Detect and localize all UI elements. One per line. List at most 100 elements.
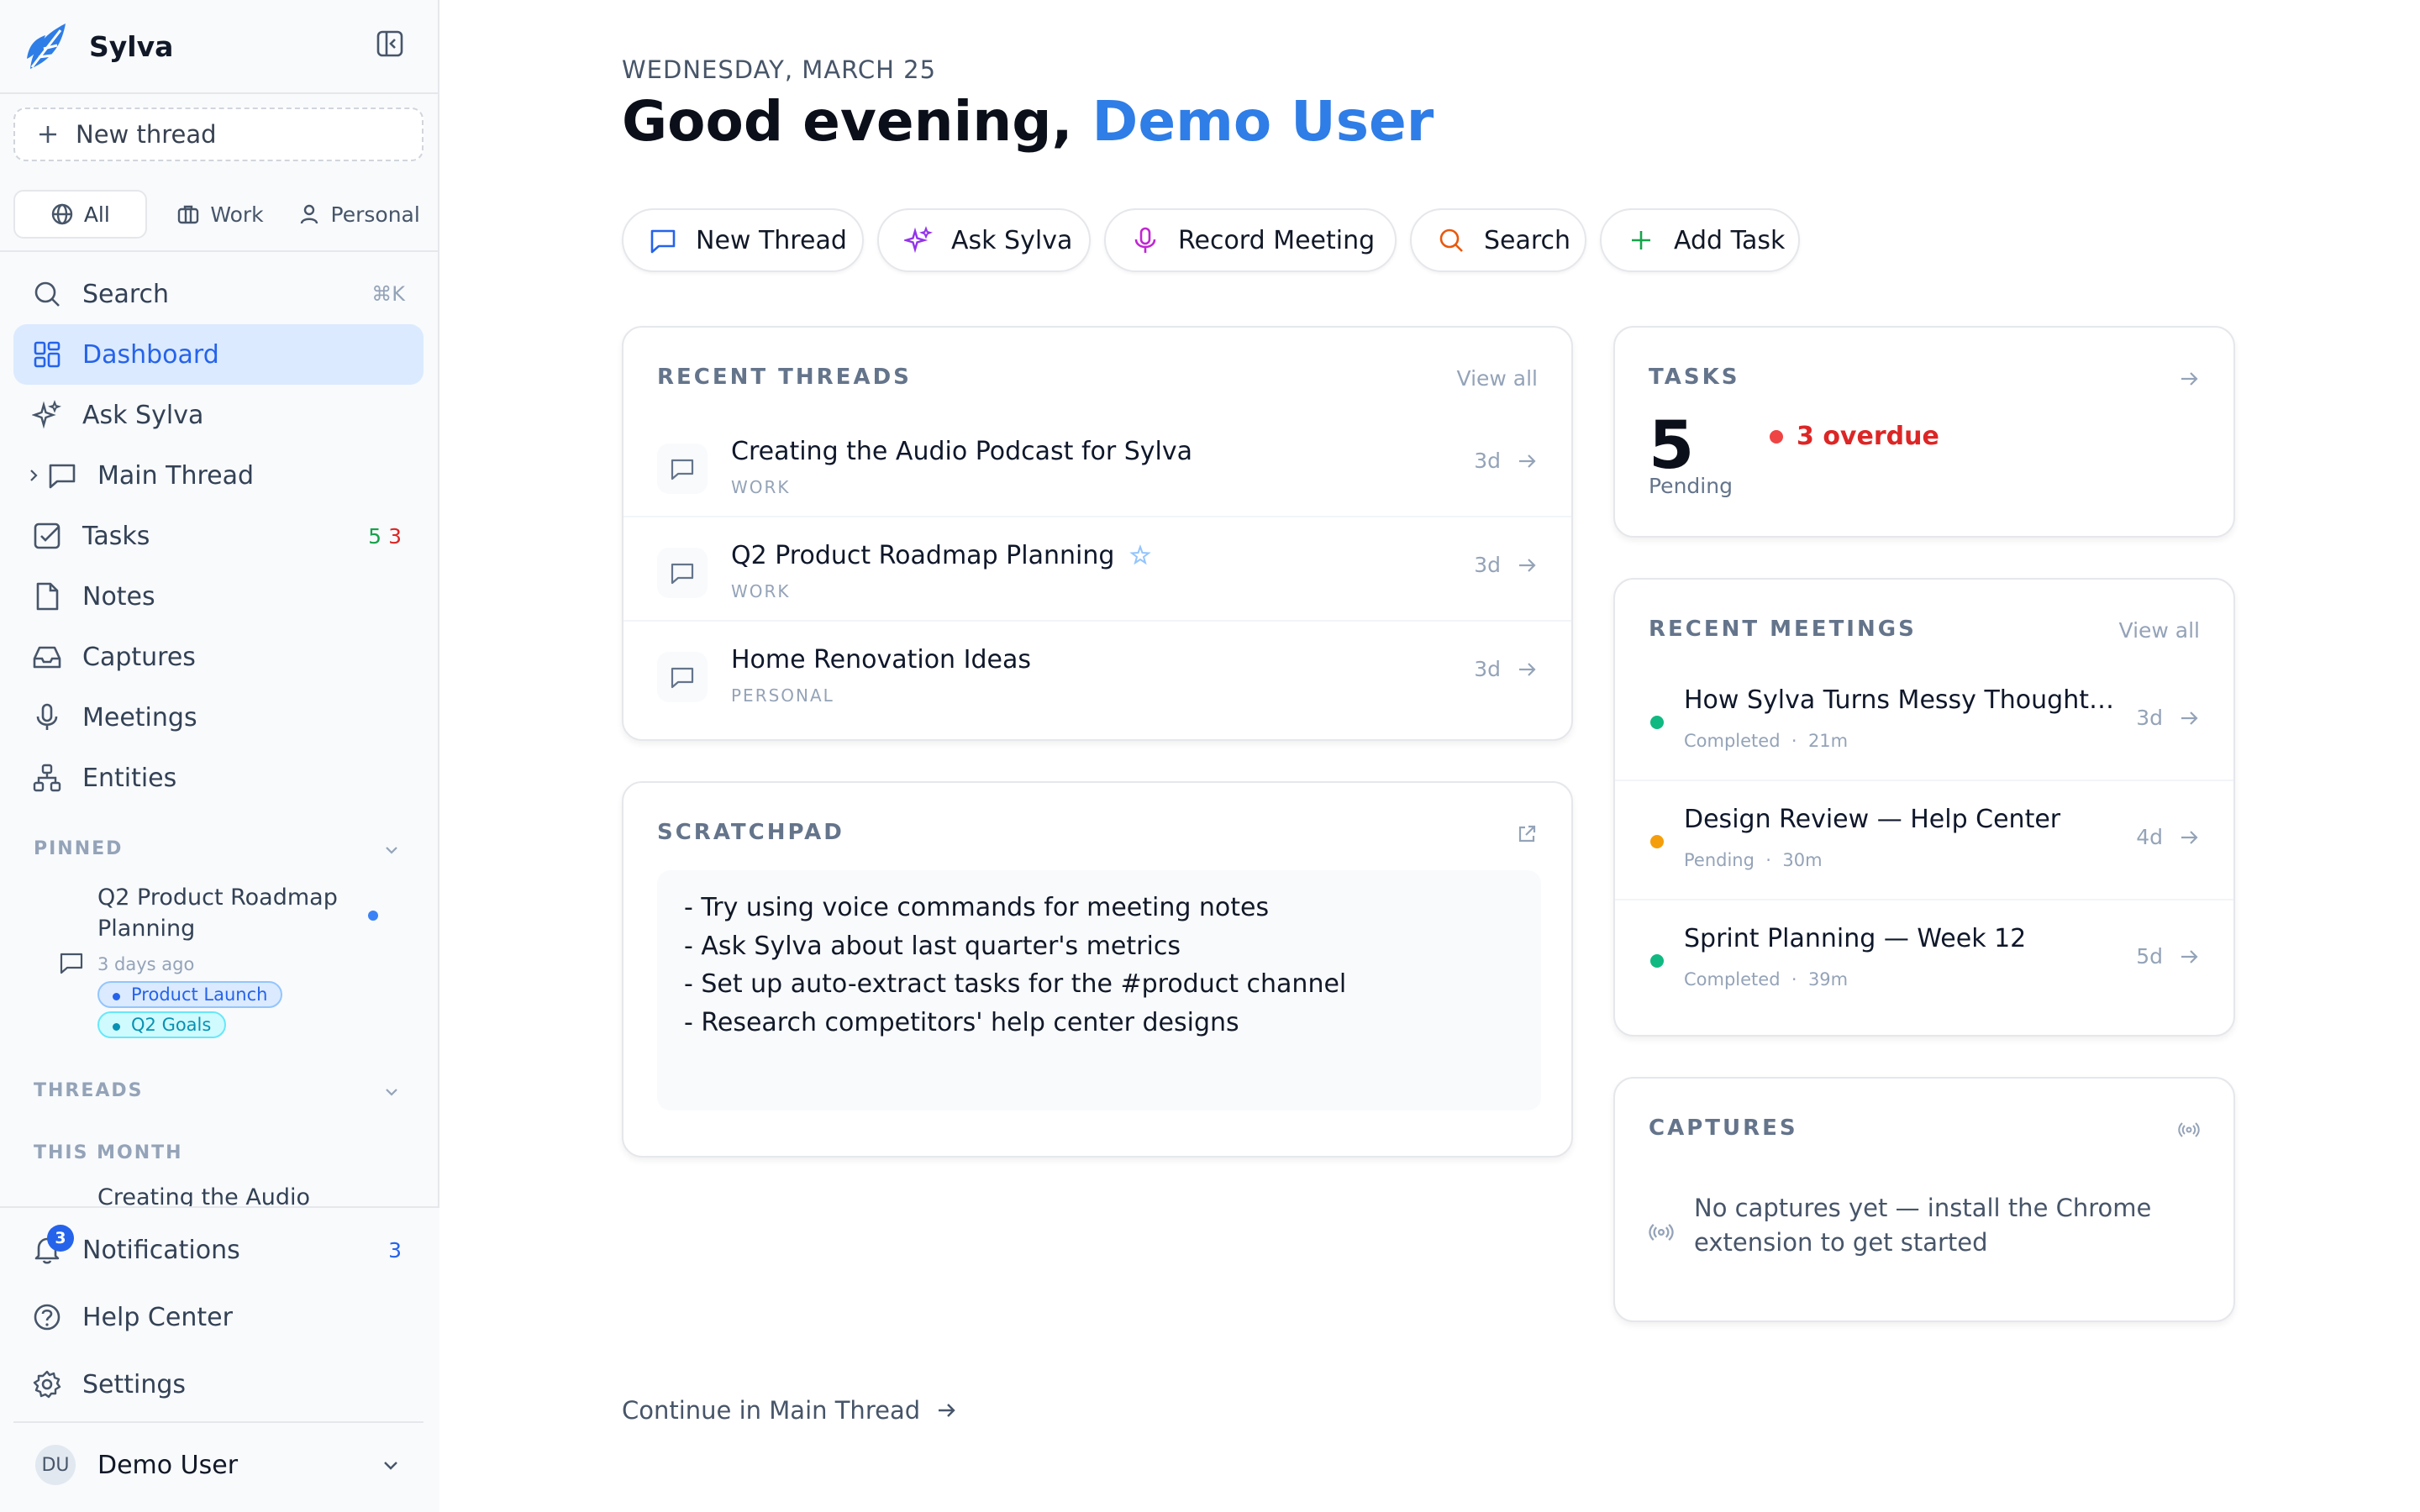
arrow-right-icon[interactable] (2178, 368, 2200, 390)
thread-age: 3d (1474, 553, 1501, 577)
sidebar-item-label: Dashboard (82, 339, 219, 370)
sidebar-item-ask-sylva[interactable]: Ask Sylva (13, 385, 424, 445)
sidebar-item-label: Entities (82, 763, 177, 793)
scratchpad-editor[interactable]: - Try using voice commands for meeting n… (657, 870, 1541, 1110)
thread-category: WORK (731, 581, 791, 601)
chevron-down-icon[interactable] (381, 1082, 402, 1102)
status-dot (1650, 835, 1664, 848)
filter-work-label: Work (210, 202, 264, 227)
sparkles-icon (904, 226, 933, 254)
app-name: Sylva (89, 29, 174, 63)
filter-all[interactable]: All (13, 190, 147, 239)
thread-row[interactable]: Creating the Audio Podcast for Sylva WOR… (623, 413, 1571, 517)
brand[interactable]: Sylva (24, 17, 173, 76)
filter-personal[interactable]: Personal (293, 190, 424, 239)
meeting-row[interactable]: Design Review — Help Center Pending · 30… (1615, 781, 2233, 900)
message-square-icon (650, 229, 676, 254)
meeting-age: 4d (2136, 825, 2163, 849)
meeting-duration: 21m (1807, 731, 1849, 751)
plus-icon (39, 126, 56, 143)
help-circle-icon (34, 1304, 60, 1331)
card-title: TASKS (1649, 365, 1740, 390)
meeting-title: How Sylva Turns Messy Thoughts Into Acti… (1684, 685, 2121, 715)
search-action-button[interactable]: Search (1410, 208, 1586, 272)
arrow-right-icon (1519, 559, 1536, 572)
sidebar-item-meetings[interactable]: Meetings (13, 687, 424, 748)
new-thread-action-button[interactable]: New Thread (622, 208, 864, 272)
sidebar-item-captures[interactable]: Captures (13, 627, 424, 687)
sidebar-item-entities[interactable]: Entities (13, 748, 424, 808)
sidebar-item-search[interactable]: Search ⌘K (13, 264, 424, 324)
sidebar-item-label: Tasks (82, 521, 150, 551)
user-menu[interactable]: DU Demo User (13, 1433, 424, 1497)
collapse-sidebar-icon[interactable] (375, 29, 405, 59)
scratchpad-line: - Ask Sylva about last quarter's metrics (684, 931, 1181, 961)
pinned-section-label: PINNED (34, 838, 124, 859)
sidebar-item-tasks[interactable]: Tasks 5 3 (13, 506, 424, 566)
threads-section-label: THREADS (34, 1080, 144, 1101)
captures-empty-message: No captures yet — install the Chrome ext… (1694, 1194, 2152, 1257)
thread-row[interactable]: Home Renovation Ideas PERSONAL 3d (623, 622, 1571, 726)
overdue-indicator: 3 overdue (1770, 422, 1939, 451)
sidebar-item-label: Search (82, 279, 170, 309)
meeting-row[interactable]: How Sylva Turns Messy Thoughts Into Acti… (1615, 662, 2233, 781)
user-icon (300, 204, 318, 224)
captures-card: CAPTURES No captures yet — install the C… (1613, 1077, 2235, 1322)
message-square-icon (60, 953, 83, 974)
tasks-card[interactable]: TASKS 5 Pending 3 overdue (1613, 326, 2235, 538)
scope-filter: All Work Personal (13, 190, 424, 239)
message-square-icon (657, 444, 708, 494)
meeting-duration: 30m (1782, 850, 1823, 870)
filter-work[interactable]: Work (155, 190, 286, 239)
thread-row[interactable]: Q2 Product Roadmap Planning WORK 3d (623, 517, 1571, 622)
chevron-right-icon[interactable] (25, 467, 42, 484)
sidebar-item-label: Notes (82, 581, 155, 612)
notifications-count: 3 (388, 1237, 402, 1263)
continue-main-thread-link[interactable]: Continue in Main Thread (622, 1396, 957, 1425)
mic-icon (36, 703, 58, 730)
tasks-overdue-count: 3 (388, 523, 402, 549)
record-meeting-action-button[interactable]: Record Meeting (1104, 208, 1397, 272)
pending-label: Pending (1649, 474, 1733, 498)
view-all-meetings-link[interactable]: View all (2119, 618, 2200, 643)
sidebar: Sylva New thread All Work Personal Searc… (0, 0, 439, 1512)
sidebar-item-settings[interactable]: Settings (13, 1354, 424, 1415)
scratchpad-line: - Research competitors' help center desi… (684, 1007, 1239, 1037)
sidebar-item-notifications[interactable]: Notifications 3 (13, 1220, 424, 1280)
arrow-right-icon (939, 1404, 955, 1417)
search-icon (34, 281, 60, 307)
sidebar-item-dashboard[interactable]: Dashboard (13, 324, 424, 385)
action-label: Record Meeting (1178, 225, 1376, 255)
sidebar-item-label: Main Thread (97, 460, 255, 491)
action-label: Add Task (1674, 225, 1786, 255)
view-all-threads-link[interactable]: View all (1457, 366, 1538, 391)
tag-badge: Product Launch (97, 981, 283, 1008)
meeting-status: Pending (1684, 850, 1754, 870)
continue-label: Continue in Main Thread (622, 1396, 921, 1425)
new-thread-button[interactable]: New thread (13, 108, 424, 161)
sparkles-icon (32, 400, 61, 429)
chevron-down-icon[interactable] (381, 840, 402, 860)
sidebar-item-main-thread[interactable]: Main Thread (13, 445, 424, 506)
sidebar-item-notes[interactable]: Notes (13, 566, 424, 627)
add-task-action-button[interactable]: Add Task (1600, 208, 1800, 272)
external-link-icon[interactable] (1516, 823, 1538, 845)
scratchpad-line: - Set up auto-extract tasks for the #pro… (684, 969, 1347, 999)
new-thread-label: New thread (76, 120, 217, 149)
tasks-pending-count: 5 (368, 523, 381, 549)
meeting-row[interactable]: Sprint Planning — Week 12 Completed · 39… (1615, 900, 2233, 1020)
filter-personal-label: Personal (330, 202, 420, 227)
arrow-right-icon (2181, 711, 2198, 725)
thread-age: 3d (1474, 657, 1501, 681)
status-dot (1650, 954, 1664, 968)
meeting-meta: Completed · 39m (1684, 969, 1849, 990)
ask-sylva-action-button[interactable]: Ask Sylva (877, 208, 1091, 272)
sidebar-item-help-center[interactable]: Help Center (13, 1287, 424, 1347)
arrow-right-icon (2181, 950, 2198, 963)
thread-list-item[interactable]: Creating the Audio Podcast for Sylva (97, 1184, 400, 1208)
current-date: WEDNESDAY, MARCH 25 (622, 55, 937, 84)
status-dot (1770, 429, 1783, 444)
filter-all-label: All (83, 202, 110, 227)
action-label: Search (1484, 225, 1571, 255)
action-label: New Thread (696, 225, 847, 255)
